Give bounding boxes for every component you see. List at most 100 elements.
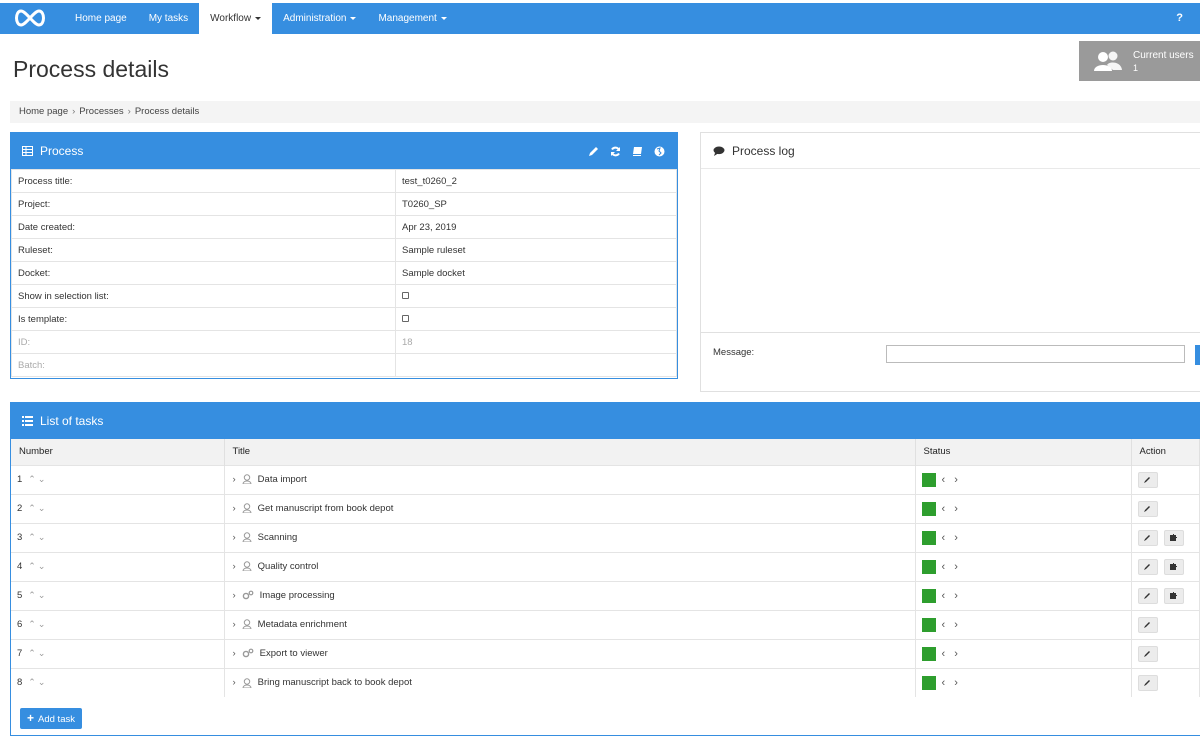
reorder-arrows-icon[interactable]: ⌃⌄ <box>28 561 47 571</box>
edit-icon[interactable] <box>588 146 599 157</box>
caret-down-icon <box>440 16 447 20</box>
chevron-right-icon[interactable]: › <box>233 474 236 485</box>
task-status-cell: ‹ › <box>915 580 1132 610</box>
status-change-arrows-icon[interactable]: ‹ › <box>942 648 961 660</box>
edit-task-button[interactable] <box>1137 558 1158 575</box>
puzzle-icon <box>1170 534 1177 541</box>
status-change-arrows-icon[interactable]: ‹ › <box>942 561 961 573</box>
edit-task-button[interactable] <box>1137 645 1158 662</box>
reorder-arrows-icon[interactable]: ⌃⌄ <box>28 619 47 629</box>
chevron-right-icon[interactable]: › <box>233 503 236 514</box>
reorder-arrows-icon[interactable]: ⌃⌄ <box>28 677 47 687</box>
task-title-cell[interactable]: › Quality control <box>224 551 916 581</box>
process-field-row: Project: T0260_SP <box>11 192 677 216</box>
status-indicator <box>921 559 936 574</box>
task-title-cell[interactable]: › Data import <box>224 464 916 494</box>
nav-item-workflow[interactable]: Workflow <box>199 3 273 34</box>
reorder-arrows-icon[interactable]: ⌃⌄ <box>28 590 47 600</box>
pencil-icon <box>1144 680 1150 687</box>
task-number-cell: 1 ⌃⌄ <box>11 464 225 494</box>
status-change-arrows-icon[interactable]: ‹ › <box>942 474 961 486</box>
current-users-widget[interactable]: Current users 1 <box>1079 41 1200 81</box>
checkbox[interactable] <box>402 314 409 322</box>
globe-icon[interactable] <box>654 146 665 157</box>
task-title-cell[interactable]: › Bring manuscript back to book depot <box>224 667 916 697</box>
task-title-cell[interactable]: › Export to viewer <box>224 638 916 668</box>
task-title: Metadata enrichment <box>257 619 347 630</box>
add-task-button[interactable]: + Add task <box>20 708 82 729</box>
send-message-button[interactable] <box>1195 345 1200 365</box>
plugin-button[interactable] <box>1163 529 1184 546</box>
status-change-arrows-icon[interactable]: ‹ › <box>942 590 961 602</box>
task-row: 7 ⌃⌄ › Export to viewer ‹ › <box>11 638 1200 668</box>
reorder-arrows-icon[interactable]: ⌃⌄ <box>28 648 47 658</box>
task-title: Get manuscript from book depot <box>257 503 394 514</box>
plugin-button[interactable] <box>1163 558 1184 575</box>
nav-item-home-page[interactable]: Home page <box>64 3 138 34</box>
nav-item-management[interactable]: Management <box>367 3 457 34</box>
edit-task-button[interactable] <box>1137 471 1158 488</box>
book-icon[interactable] <box>632 146 643 157</box>
chevron-right-icon[interactable]: › <box>233 619 236 630</box>
task-number-cell: 4 ⌃⌄ <box>11 551 225 581</box>
tasks-panel: List of tasks Number Title Status Action 1 ⌃… <box>10 402 1200 736</box>
status-change-arrows-icon[interactable]: ‹ › <box>942 619 961 631</box>
edit-task-button[interactable] <box>1137 500 1158 517</box>
task-number: 8 <box>17 677 23 689</box>
task-action-cell <box>1131 609 1200 639</box>
edit-task-button[interactable] <box>1137 616 1158 633</box>
chevron-right-icon[interactable]: › <box>233 590 236 601</box>
task-status-cell: ‹ › <box>915 464 1132 494</box>
process-field-value[interactable] <box>395 307 677 331</box>
chevron-right-icon[interactable]: › <box>233 648 236 659</box>
task-title-cell[interactable]: › Get manuscript from book depot <box>224 493 916 523</box>
help-button[interactable]: ? <box>1176 3 1183 34</box>
pencil-icon <box>1144 651 1150 657</box>
edit-task-button[interactable] <box>1137 529 1158 546</box>
task-number: 7 <box>17 648 23 659</box>
task-number-cell: 7 ⌃⌄ <box>11 638 225 668</box>
task-title-cell[interactable]: › Image processing <box>224 580 916 610</box>
task-action-cell <box>1131 551 1200 581</box>
status-change-arrows-icon[interactable]: ‹ › <box>942 503 961 515</box>
task-title: Scanning <box>257 532 298 543</box>
task-action-cell <box>1131 464 1200 494</box>
breadcrumb-item[interactable]: Home page <box>19 106 68 117</box>
user-icon <box>242 503 252 514</box>
plugin-button[interactable] <box>1163 587 1184 604</box>
process-field-value: 18 <box>395 330 677 354</box>
chevron-right-icon[interactable]: › <box>233 561 236 572</box>
task-row: 8 ⌃⌄ › Bring manuscript back to book depot ‹… <box>11 667 1200 697</box>
task-number: 1 <box>17 474 23 485</box>
reorder-arrows-icon[interactable]: ⌃⌄ <box>28 474 47 484</box>
column-header-number: Number <box>11 439 225 465</box>
task-row: 1 ⌃⌄ › Data import ‹ › <box>11 464 1200 494</box>
puzzle-icon <box>1170 592 1177 599</box>
reorder-arrows-icon[interactable]: ⌃⌄ <box>28 532 47 542</box>
checkbox[interactable] <box>402 291 409 299</box>
top-navbar: Home page My tasks Workflow Administration M… <box>0 3 1200 34</box>
task-title-cell[interactable]: › Scanning <box>224 522 916 552</box>
infinity-logo-icon[interactable] <box>12 8 48 28</box>
process-field-label: Batch: <box>11 353 396 377</box>
status-change-arrows-icon[interactable]: ‹ › <box>942 677 961 689</box>
status-change-arrows-icon[interactable]: ‹ › <box>942 532 961 544</box>
breadcrumb-item[interactable]: Processes <box>79 106 123 117</box>
edit-task-button[interactable] <box>1137 674 1158 691</box>
pencil-icon <box>1144 564 1150 570</box>
chevron-right-icon[interactable]: › <box>233 532 236 543</box>
edit-task-button[interactable] <box>1137 587 1158 604</box>
chevron-right-icon[interactable]: › <box>233 677 236 688</box>
nav-item-my-tasks[interactable]: My tasks <box>138 3 199 34</box>
status-indicator <box>921 501 936 516</box>
task-action-cell <box>1131 638 1200 668</box>
refresh-icon[interactable] <box>610 146 621 157</box>
process-field-value[interactable] <box>395 284 677 308</box>
task-number-cell: 5 ⌃⌄ <box>11 580 225 610</box>
message-input[interactable] <box>886 345 1185 363</box>
reorder-arrows-icon[interactable]: ⌃⌄ <box>28 503 47 513</box>
task-number: 6 <box>17 619 23 630</box>
pencil-icon <box>1144 506 1150 512</box>
nav-item-administration[interactable]: Administration <box>272 3 367 34</box>
task-title-cell[interactable]: › Metadata enrichment <box>224 609 916 639</box>
